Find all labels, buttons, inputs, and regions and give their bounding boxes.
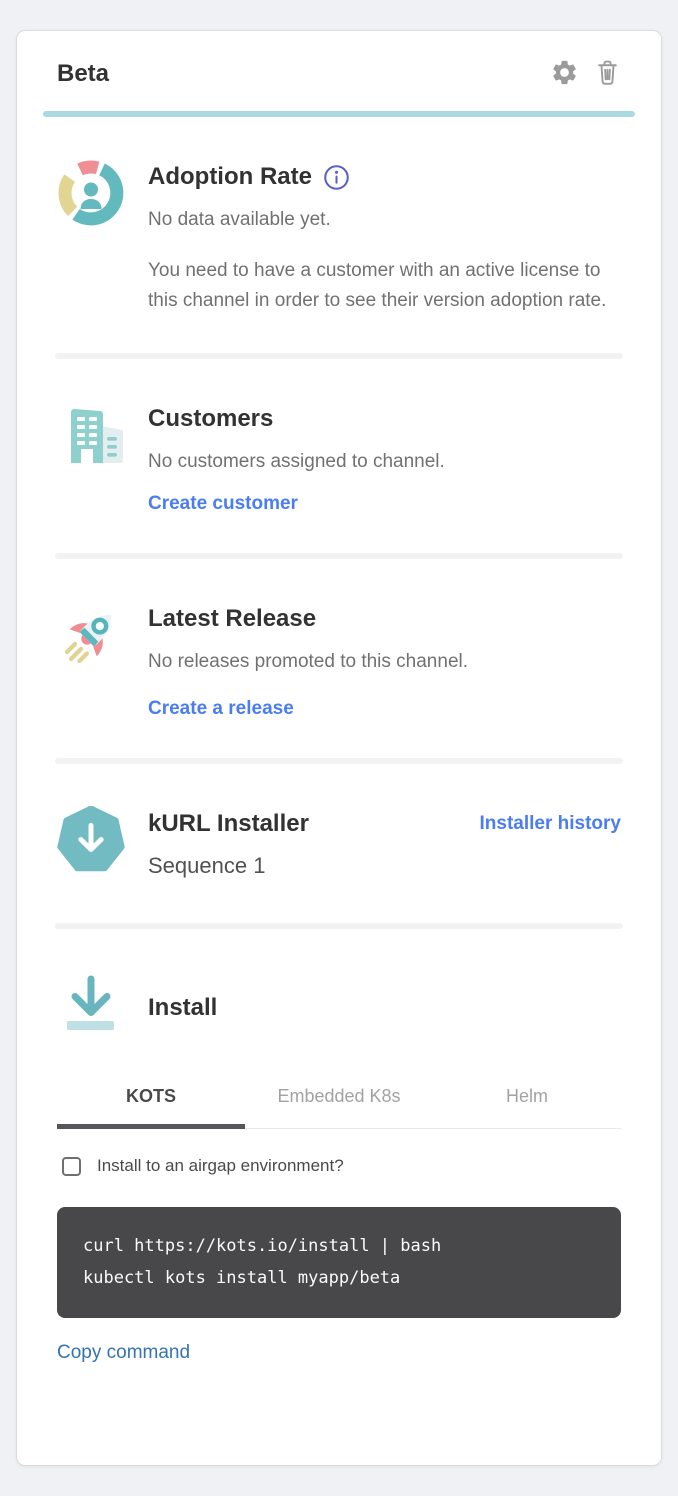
- airgap-checkbox[interactable]: [62, 1157, 81, 1176]
- header-actions: [550, 58, 621, 90]
- create-release-link[interactable]: Create a release: [148, 698, 294, 720]
- customers-buildings-icon: [57, 401, 125, 514]
- airgap-label[interactable]: Install to an airgap environment?: [97, 1156, 344, 1176]
- command-line: kubectl kots install myapp/beta: [83, 1268, 400, 1288]
- tab-kots[interactable]: KOTS: [57, 1076, 245, 1129]
- install-title: Install: [148, 994, 217, 1022]
- channel-title: Beta: [57, 60, 550, 88]
- customers-section: Customers No customers assigned to chann…: [43, 359, 635, 552]
- latest-release-title: Latest Release: [148, 605, 621, 633]
- gear-icon: [550, 58, 579, 90]
- adoption-rate-title: Adoption Rate: [148, 163, 621, 191]
- kurl-installer-section: kURL Installer Installer history Sequenc…: [43, 764, 635, 923]
- airgap-option: Install to an airgap environment?: [57, 1156, 621, 1176]
- tab-embedded-k8s[interactable]: Embedded K8s: [245, 1076, 433, 1129]
- installer-sequence: Sequence 1: [148, 853, 621, 879]
- latest-release-section: Latest Release No releases promoted to t…: [43, 559, 635, 758]
- tab-helm[interactable]: Helm: [433, 1076, 621, 1129]
- customers-empty-text: No customers assigned to channel.: [148, 447, 621, 476]
- copy-command-link[interactable]: Copy command: [57, 1342, 190, 1364]
- settings-button[interactable]: [550, 58, 579, 90]
- kurl-installer-title: kURL Installer: [148, 810, 309, 838]
- install-section: Install KOTS Embedded K8s Helm Install t…: [43, 929, 635, 1364]
- adoption-rate-icon: [57, 159, 125, 315]
- install-tabs: KOTS Embedded K8s Helm: [57, 1076, 621, 1129]
- installer-history-link[interactable]: Installer history: [480, 810, 622, 835]
- download-icon: [57, 971, 125, 1044]
- card-header: Beta: [43, 31, 635, 90]
- kurl-installer-icon: [57, 806, 125, 879]
- trash-icon: [594, 58, 621, 90]
- adoption-empty-text: No data available yet.: [148, 205, 621, 234]
- release-empty-text: No releases promoted to this channel.: [148, 647, 621, 676]
- create-customer-link[interactable]: Create customer: [148, 493, 298, 515]
- channel-card: Beta: [16, 30, 662, 1466]
- adoption-rate-section: Adoption Rate No data available yet. You…: [43, 117, 635, 353]
- customers-title: Customers: [148, 405, 621, 433]
- rocket-icon: [57, 601, 125, 720]
- install-command-block: curl https://kots.io/install | bash kube…: [57, 1207, 621, 1318]
- info-icon[interactable]: [323, 164, 350, 191]
- command-line: curl https://kots.io/install | bash: [83, 1236, 441, 1256]
- delete-channel-button[interactable]: [594, 58, 621, 90]
- adoption-description: You need to have a customer with an acti…: [148, 256, 621, 315]
